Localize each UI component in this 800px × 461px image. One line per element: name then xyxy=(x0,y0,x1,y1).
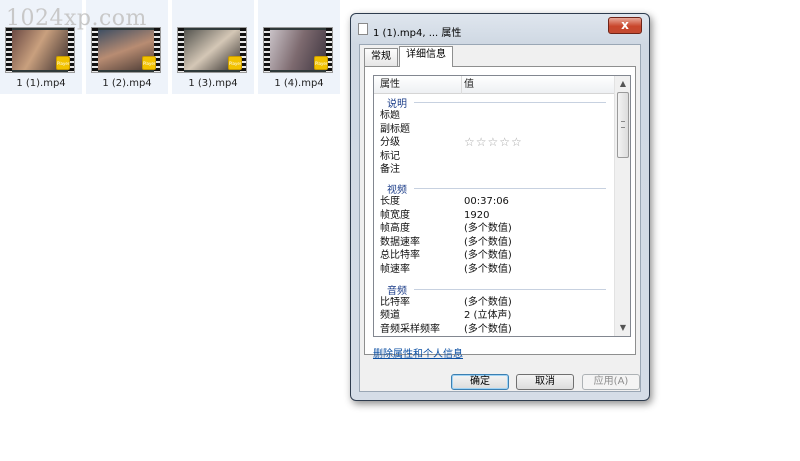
property-row[interactable]: 标记 xyxy=(374,150,614,164)
dialog-titlebar[interactable]: 1 (1).mp4, ... 属性 x xyxy=(351,14,649,42)
property-row[interactable]: 副标题 xyxy=(374,123,614,137)
file-name: 1 (2).mp4 xyxy=(102,78,152,89)
ok-button[interactable]: 确定 xyxy=(451,374,509,390)
dialog-title: 1 (1).mp4, ... 属性 xyxy=(373,28,462,39)
list-header: 属性 值 xyxy=(374,76,614,94)
file-name: 1 (1).mp4 xyxy=(16,78,66,89)
remove-properties-link[interactable]: 删除属性和个人信息 xyxy=(373,345,463,360)
video-thumbnail: Player xyxy=(263,27,333,73)
property-row[interactable]: 总比特率 (多个数值) xyxy=(374,249,614,263)
property-rows: 说明 标题 副标题 分级 ☆☆☆☆☆ 标记 备注 视频 长度 00:37:06 帧宽… xyxy=(374,94,614,336)
property-row[interactable]: 帧速率 (多个数值) xyxy=(374,263,614,277)
property-row[interactable]: 比特率 (多个数值) xyxy=(374,296,614,310)
player-badge-icon: Player xyxy=(56,56,70,70)
property-row[interactable]: 长度 00:37:06 xyxy=(374,195,614,209)
scroll-down-icon[interactable]: ▼ xyxy=(615,320,630,336)
rating-stars-icon[interactable]: ☆☆☆☆☆ xyxy=(464,136,523,150)
property-list[interactable]: 属性 值 说明 标题 副标题 分级 ☆☆☆☆☆ 标记 备注 视频 长度 00:37:… xyxy=(373,75,631,337)
property-row[interactable]: 备注 xyxy=(374,163,614,177)
file-icon xyxy=(358,23,368,35)
file-name: 1 (4).mp4 xyxy=(274,78,324,89)
property-row[interactable]: 频道 2 (立体声) xyxy=(374,309,614,323)
video-thumbnail: Player xyxy=(91,27,161,73)
properties-dialog: 1 (1).mp4, ... 属性 x 常规 详细信息 属性 值 说明 标题 副… xyxy=(350,13,650,401)
details-panel: 属性 值 说明 标题 副标题 分级 ☆☆☆☆☆ 标记 备注 视频 长度 00:37:… xyxy=(364,66,636,360)
file-name: 1 (3).mp4 xyxy=(188,78,238,89)
scrollbar-thumb[interactable] xyxy=(617,92,629,158)
video-thumbnail: Player xyxy=(5,27,75,73)
scroll-up-icon[interactable]: ▲ xyxy=(615,76,630,92)
player-badge-icon: Player xyxy=(228,56,242,70)
file-tile[interactable]: Player 1 (3).mp4 xyxy=(172,0,254,94)
close-button[interactable]: x xyxy=(608,17,642,34)
property-row[interactable]: 帧宽度 1920 xyxy=(374,209,614,223)
group-header-description: 说明 xyxy=(374,94,614,110)
vertical-scrollbar[interactable]: ▲ ▼ xyxy=(614,76,630,336)
property-row[interactable]: 分级 ☆☆☆☆☆ xyxy=(374,136,614,150)
file-tile[interactable]: Player 1 (4).mp4 xyxy=(258,0,340,94)
tab-details[interactable]: 详细信息 xyxy=(399,46,453,67)
column-header-property[interactable]: 属性 xyxy=(380,76,462,94)
property-row[interactable]: 帧高度 (多个数值) xyxy=(374,222,614,236)
player-badge-icon: Player xyxy=(314,56,328,70)
video-thumbnail: Player xyxy=(177,27,247,73)
site-watermark: 1024xp.com xyxy=(6,6,147,31)
player-badge-icon: Player xyxy=(142,56,156,70)
property-row[interactable]: 标题 xyxy=(374,109,614,123)
cancel-button[interactable]: 取消 xyxy=(516,374,574,390)
dialog-client: 常规 详细信息 属性 值 说明 标题 副标题 分级 ☆☆☆☆☆ 标记 备注 视频… xyxy=(359,44,641,392)
property-row[interactable]: 数据速率 (多个数值) xyxy=(374,236,614,250)
column-header-value[interactable]: 值 xyxy=(464,76,474,94)
group-header-audio: 音频 xyxy=(374,281,614,297)
tab-general[interactable]: 常规 xyxy=(364,48,398,66)
group-header-video: 视频 xyxy=(374,180,614,196)
property-row[interactable]: 音频采样频率 (多个数值) xyxy=(374,323,614,336)
apply-button[interactable]: 应用(A) xyxy=(582,374,640,390)
